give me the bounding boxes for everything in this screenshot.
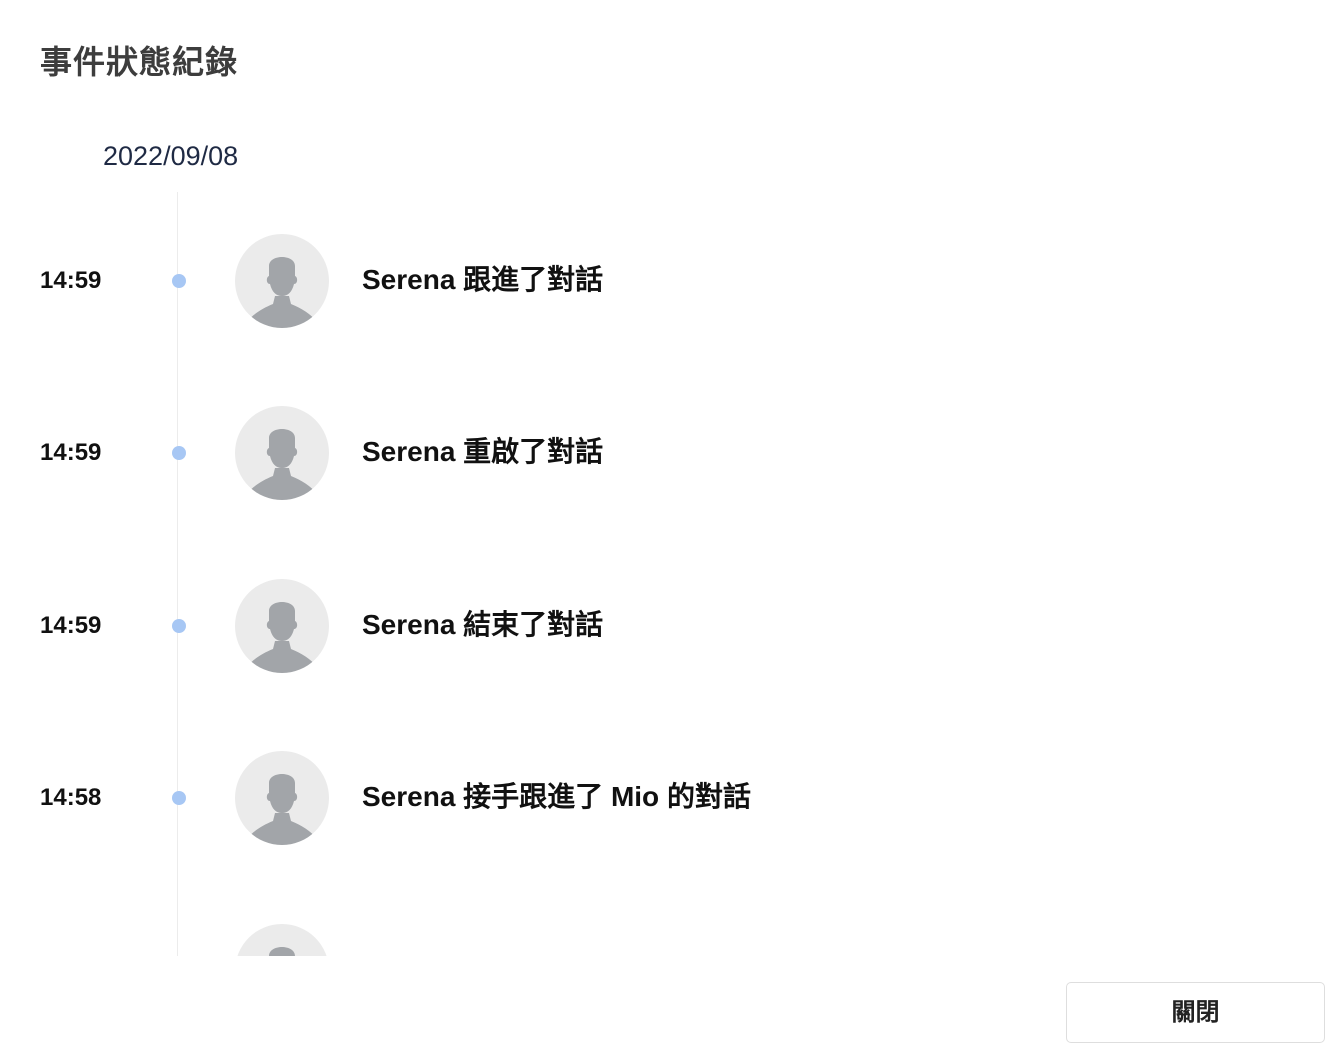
- timeline-date-header: 2022/09/08: [103, 141, 239, 171]
- timeline-event-row: 14:58 Serena 接手跟進了 Mio 的對話: [0, 751, 1342, 845]
- timeline-dot-icon: [172, 274, 186, 288]
- event-description: Serena 跟進了對話: [362, 264, 604, 295]
- event-time: 14:59: [40, 612, 102, 639]
- close-button[interactable]: 關閉: [1066, 982, 1325, 1043]
- timeline-dot-icon: [172, 791, 186, 805]
- event-description: Serena 結束了對話: [362, 609, 604, 640]
- event-description: Serena 重啟了對話: [362, 436, 604, 467]
- default-user-avatar-icon: [235, 924, 329, 956]
- event-time: 14:59: [40, 267, 102, 294]
- timeline-dot-icon: [172, 446, 186, 460]
- timeline-event-row: [0, 924, 1342, 956]
- default-user-avatar-icon: [235, 751, 329, 845]
- timeline-scroll-area[interactable]: 2022/09/08 14:59 Serena 跟進了對話 14:59 Sere…: [0, 120, 1342, 956]
- modal-title: 事件狀態紀錄: [40, 44, 239, 80]
- default-user-avatar-icon: [235, 406, 329, 500]
- event-description: Serena 接手跟進了 Mio 的對話: [362, 781, 751, 812]
- default-user-avatar-icon: [235, 579, 329, 673]
- timeline-event-row: 14:59 Serena 跟進了對話: [0, 234, 1342, 328]
- default-user-avatar-icon: [235, 234, 329, 328]
- timeline-dot-icon: [172, 619, 186, 633]
- event-time: 14:58: [40, 784, 102, 811]
- timeline-event-row: 14:59 Serena 重啟了對話: [0, 406, 1342, 500]
- timeline-event-row: 14:59 Serena 結束了對話: [0, 579, 1342, 673]
- event-time: 14:59: [40, 439, 102, 466]
